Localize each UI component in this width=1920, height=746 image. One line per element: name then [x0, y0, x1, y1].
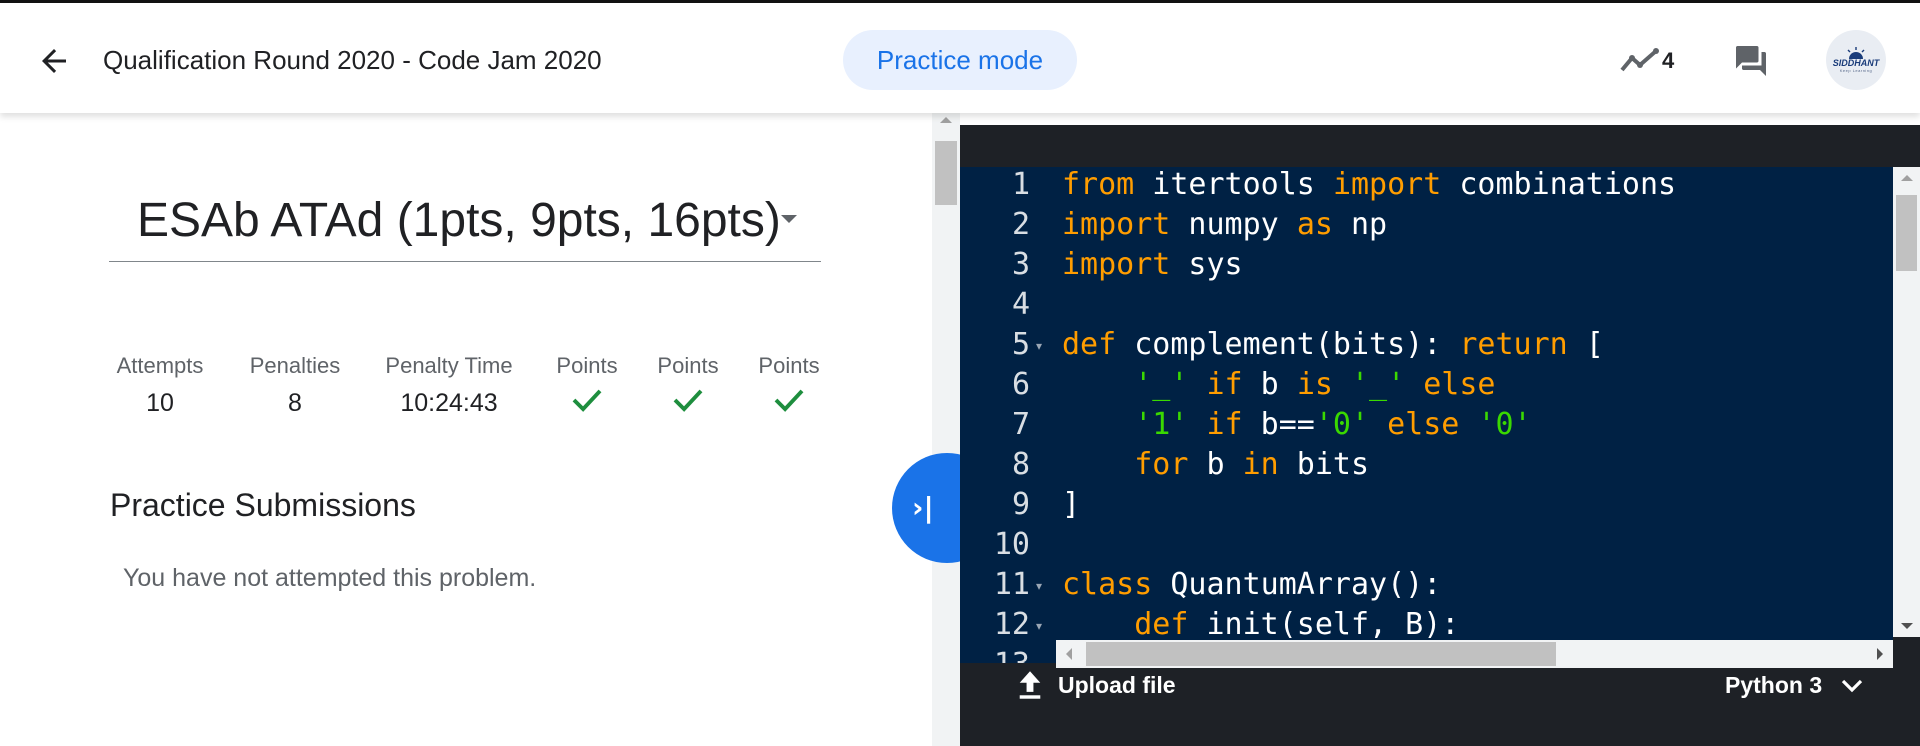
stat-label: Penalty Time: [385, 353, 513, 378]
stat-attempts: Attempts 10: [109, 353, 211, 418]
stat-value: 10: [146, 389, 174, 417]
line-number: 8: [1011, 447, 1030, 482]
code-editor[interactable]: 1 2 3 4 5 ▾ 6 7 8 9 10 11 ▾ 12 ▾ 13 from…: [960, 167, 1893, 663]
language-select[interactable]: Python 3: [1725, 668, 1864, 702]
stat-points-2: Points: [654, 353, 722, 413]
editor-horizontal-scrollbar[interactable]: [1056, 640, 1893, 668]
check-icon: [572, 389, 602, 412]
line-number: 10: [993, 527, 1030, 562]
problem-pane: ESAb ATAd (1pts, 9pts, 16pts) Attempts 1…: [0, 113, 932, 746]
line-number: 6: [1011, 367, 1030, 402]
trending-up-icon: [1620, 48, 1659, 72]
stat-penalty-time: Penalty Time 10:24:43: [380, 353, 518, 418]
line-number: 11: [993, 567, 1030, 602]
check-icon: [774, 389, 804, 412]
stat-label: Points: [556, 353, 618, 378]
caret-down-icon: [781, 215, 797, 223]
code-line: def complement(bits): return [: [1062, 327, 1604, 362]
back-arrow-icon[interactable]: [36, 43, 72, 79]
language-label: Python 3: [1725, 671, 1823, 698]
editor-toolbar: [960, 125, 1920, 167]
submissions-heading: Practice Submissions: [110, 487, 416, 523]
code-line: for b in bits: [1134, 447, 1370, 482]
stat-value: 8: [288, 389, 302, 417]
chevron-down-icon: [1841, 679, 1863, 693]
scroll-left-arrow-icon[interactable]: [1066, 648, 1072, 660]
collapse-right-icon: ›|: [912, 491, 934, 524]
scroll-thumb[interactable]: [1896, 195, 1917, 271]
scroll-thumb[interactable]: [1086, 642, 1556, 666]
line-number: 9: [1011, 487, 1030, 522]
code-line: from itertools import combinations: [1062, 167, 1677, 202]
contest-title: Qualification Round 2020 - Code Jam 2020: [103, 45, 602, 75]
stat-points-1: Points: [553, 353, 621, 413]
stat-label: Points: [758, 353, 820, 378]
line-number: 2: [1011, 207, 1030, 242]
upload-file-label: Upload file: [1058, 671, 1176, 698]
scroll-thumb[interactable]: [935, 141, 957, 205]
line-number-gutter: 1 2 3 4 5 ▾ 6 7 8 9 10 11 ▾ 12 ▾ 13: [960, 167, 1056, 663]
stat-points-3: Points: [755, 353, 823, 413]
stat-penalties: Penalties 8: [245, 353, 345, 418]
chat-icon[interactable]: [1732, 43, 1770, 79]
stat-label: Penalties: [249, 353, 341, 378]
trend-count: 4: [1662, 48, 1675, 73]
upload-file-button[interactable]: Upload file: [1016, 668, 1176, 702]
code-line: '_' if b is '_' else: [1134, 367, 1496, 402]
code-editor-panel: 1 2 3 4 5 ▾ 6 7 8 9 10 11 ▾ 12 ▾ 13 from…: [960, 125, 1920, 746]
scroll-down-arrow-icon[interactable]: [1901, 623, 1913, 629]
scroll-right-arrow-icon[interactable]: [1877, 648, 1883, 660]
avatar-brand: SIDDHANT: [1832, 58, 1880, 68]
problem-pane-scrollbar[interactable]: [932, 113, 960, 746]
line-number: 3: [1011, 247, 1030, 282]
scroll-up-arrow-icon[interactable]: [940, 117, 952, 123]
avatar-tagline: Keep Learning: [1839, 68, 1873, 73]
code-line: def init(self, B):: [1134, 607, 1460, 642]
scoreboard-trend-button[interactable]: 4: [1620, 45, 1674, 77]
problem-dropdown[interactable]: ESAb ATAd (1pts, 9pts, 16pts): [109, 193, 821, 262]
line-number: 4: [1011, 287, 1030, 322]
line-number: 5: [1011, 327, 1030, 362]
upload-icon: [1019, 671, 1041, 699]
line-number: 1: [1011, 167, 1030, 202]
editor-footer: Upload file Python 3: [960, 668, 1920, 746]
editor-vertical-scrollbar[interactable]: [1893, 167, 1920, 637]
scroll-up-arrow-icon[interactable]: [1901, 175, 1913, 181]
line-number: 12: [993, 607, 1030, 642]
practice-mode-button[interactable]: Practice mode: [843, 30, 1077, 90]
stat-value: 10:24:43: [400, 389, 498, 417]
line-number: 7: [1011, 407, 1030, 442]
code-line: '1' if b=='0' else '0': [1134, 407, 1532, 442]
fold-arrow-icon[interactable]: ▾: [1036, 619, 1042, 633]
line-number: 13: [994, 647, 1030, 663]
fold-arrow-icon[interactable]: ▾: [1036, 579, 1042, 593]
top-app-bar: Qualification Round 2020 - Code Jam 2020…: [0, 0, 1920, 113]
user-avatar[interactable]: SIDDHANT Keep Learning: [1826, 30, 1886, 90]
problem-title: ESAb ATAd (1pts, 9pts, 16pts): [137, 194, 781, 247]
stat-label: Attempts: [116, 353, 204, 378]
fold-arrow-icon[interactable]: ▾: [1036, 339, 1042, 353]
check-icon: [673, 389, 703, 412]
stat-label: Points: [657, 353, 719, 378]
code-line: import numpy as np: [1062, 207, 1388, 242]
code-line: import sys: [1062, 247, 1243, 282]
code-line: class QuantumArray():: [1062, 567, 1442, 602]
code-line: ]: [1062, 487, 1081, 522]
submissions-empty-message: You have not attempted this problem.: [123, 564, 537, 592]
